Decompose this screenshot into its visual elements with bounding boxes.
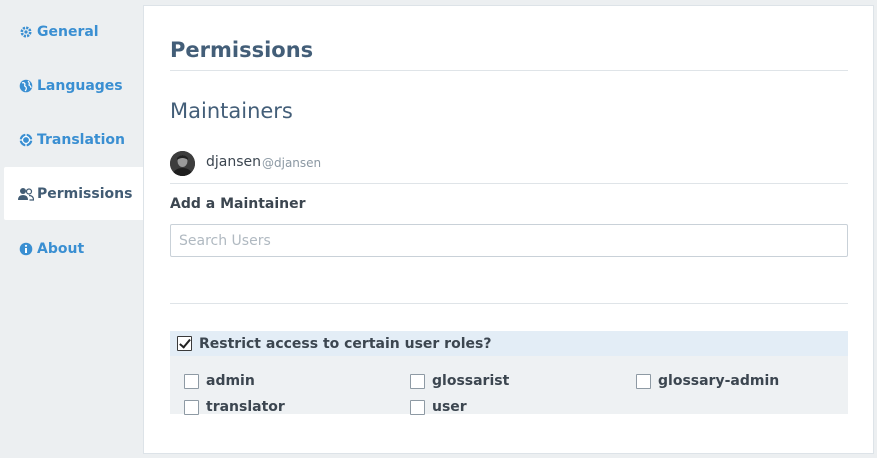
role-option-glossary-admin[interactable]: glossary-admin	[636, 373, 779, 389]
role-option-user[interactable]: user	[410, 399, 467, 415]
avatar	[170, 151, 195, 176]
role-label: glossary-admin	[658, 373, 780, 389]
role-option-glossarist[interactable]: glossarist	[410, 373, 509, 389]
restrict-access-label: Restrict access to certain user roles?	[199, 335, 492, 352]
sidebar: General Languages Translation Permission…	[0, 0, 143, 458]
divider	[170, 70, 848, 71]
page-title: Permissions	[170, 38, 314, 62]
role-option-admin[interactable]: admin	[184, 373, 255, 389]
role-label: glossarist	[432, 373, 510, 389]
sidebar-item-languages[interactable]: Languages	[4, 59, 143, 112]
info-icon	[18, 241, 34, 257]
role-label: admin	[206, 373, 255, 389]
divider	[170, 303, 848, 304]
roles-list: admin glossarist glossary-admin translat…	[170, 356, 848, 415]
users-icon	[18, 186, 34, 202]
sidebar-item-permissions[interactable]: Permissions	[4, 167, 143, 220]
gear-icon	[18, 24, 34, 40]
sidebar-item-translation[interactable]: Translation	[4, 113, 143, 166]
translation-icon	[18, 132, 34, 148]
role-checkbox[interactable]	[184, 399, 199, 415]
sidebar-item-about[interactable]: About	[4, 222, 143, 275]
role-option-translator[interactable]: translator	[184, 399, 285, 415]
restrict-access-row[interactable]: Restrict access to certain user roles?	[170, 331, 848, 356]
search-users-input[interactable]	[170, 224, 848, 257]
divider	[170, 183, 848, 184]
sidebar-item-label: Languages	[37, 77, 123, 94]
sidebar-item-label: Permissions	[37, 185, 133, 202]
role-checkbox[interactable]	[410, 373, 425, 389]
sidebar-item-label: General	[37, 23, 99, 40]
maintainers-heading: Maintainers	[170, 99, 293, 123]
role-checkbox[interactable]	[410, 399, 425, 415]
maintainer-handle: @djansen	[262, 156, 322, 170]
sidebar-item-label: About	[37, 240, 85, 257]
globe-icon	[18, 78, 34, 94]
add-maintainer-label: Add a Maintainer	[170, 196, 306, 212]
sidebar-item-general[interactable]: General	[4, 5, 143, 58]
maintainer-name[interactable]: djansen	[206, 154, 261, 170]
role-label: user	[432, 399, 467, 415]
role-label: translator	[206, 399, 285, 415]
role-checkbox[interactable]	[636, 373, 651, 389]
sidebar-item-label: Translation	[37, 131, 125, 148]
permissions-panel: Permissions Maintainers djansen @djansen…	[143, 5, 874, 454]
role-checkbox[interactable]	[184, 373, 199, 389]
restrict-access-checkbox[interactable]	[177, 336, 192, 351]
